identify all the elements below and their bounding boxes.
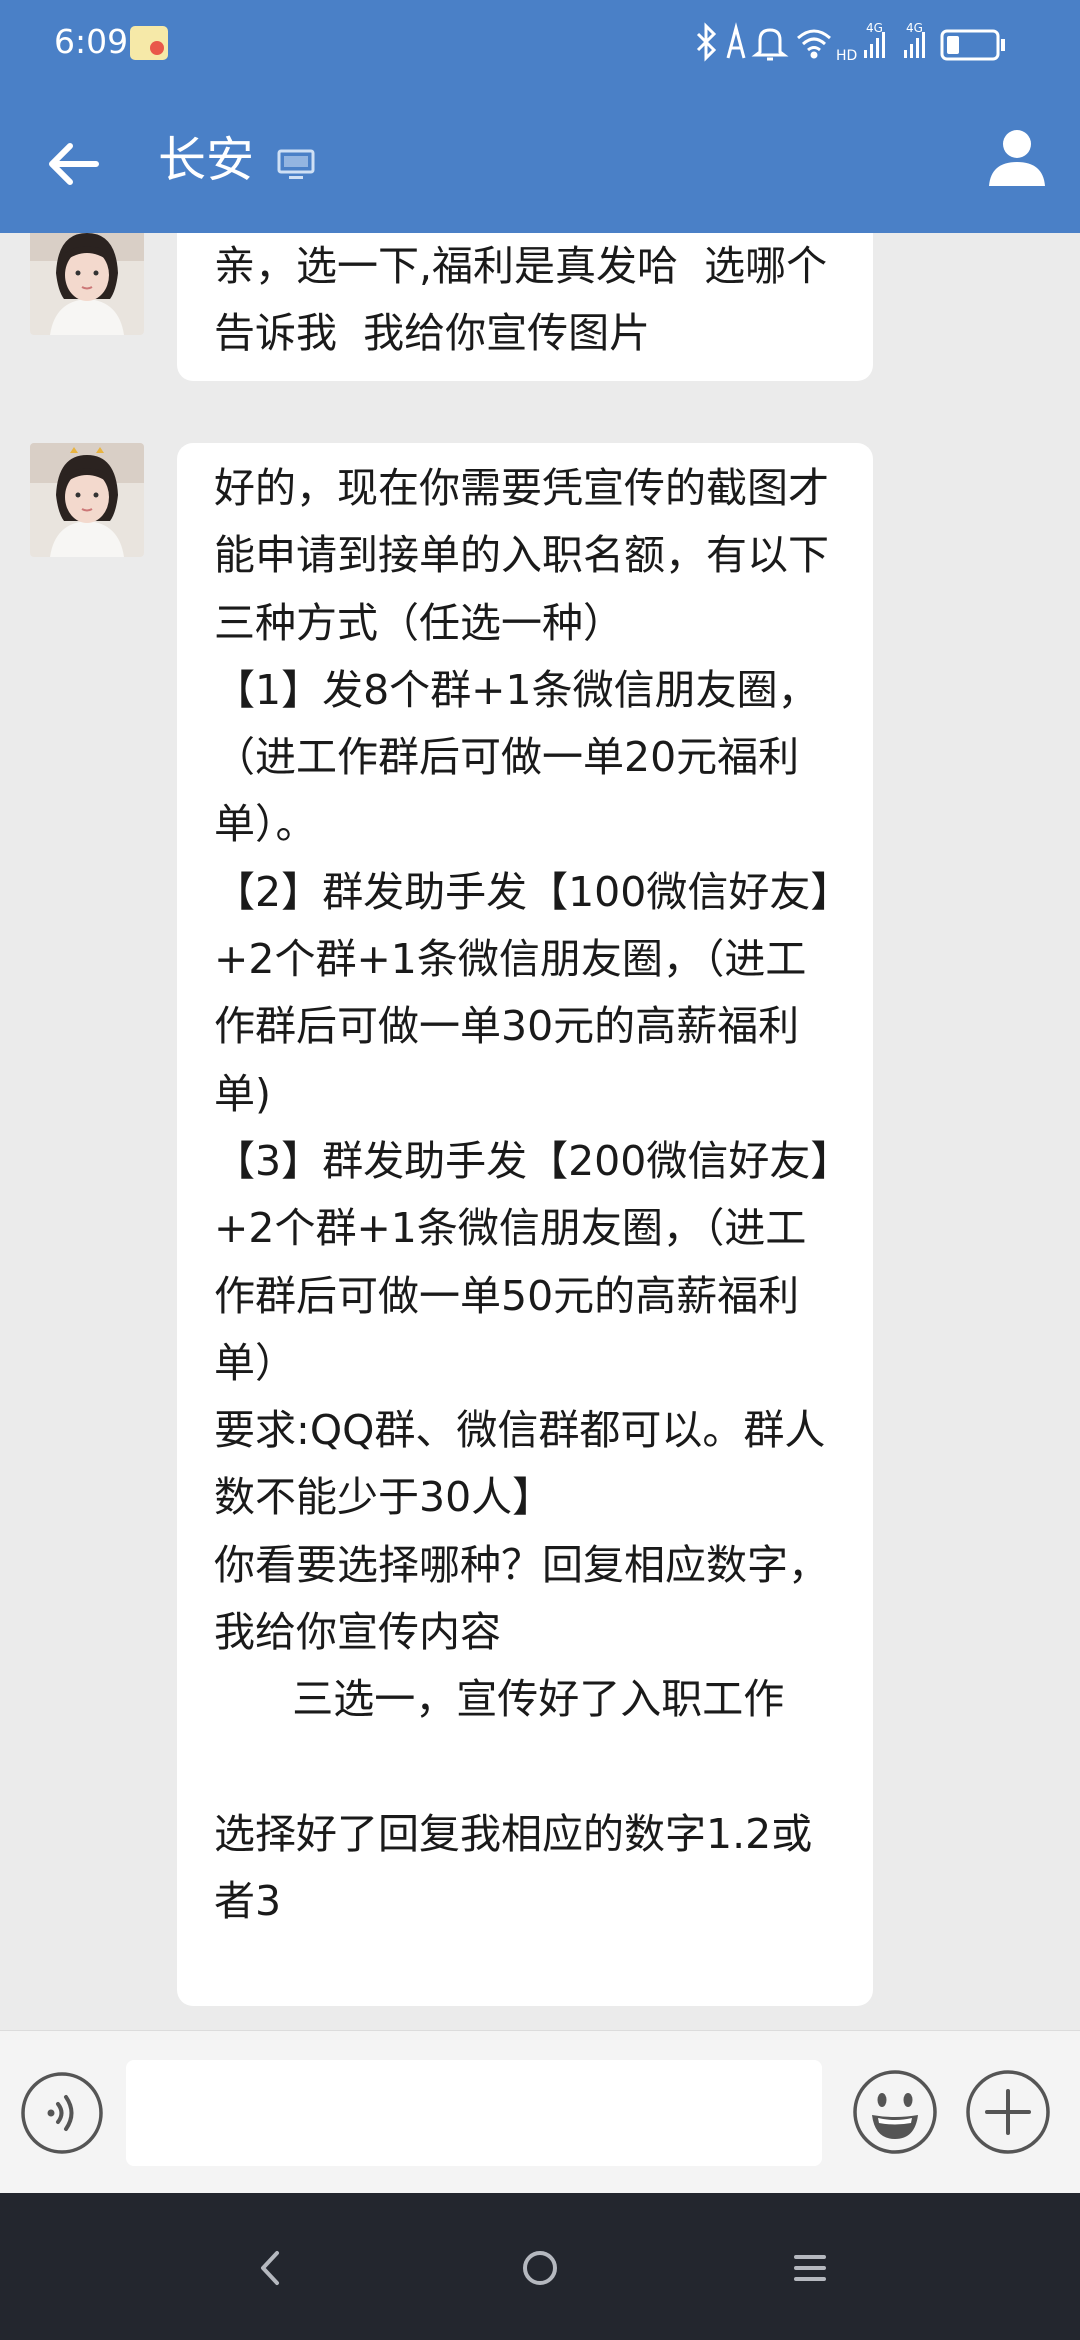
message-list[interactable]: 亲，选一下,福利是真发哈 选哪个告诉我 我给你宣传图片 好的，现在你需要凭宣传的…: [0, 233, 1080, 2030]
bluetooth-icon: [696, 22, 717, 62]
voice-icon: [21, 2072, 103, 2154]
nav-home-button[interactable]: [505, 2233, 575, 2303]
back-button[interactable]: [36, 126, 112, 202]
status-icons-svg: HD 4G 4G: [696, 21, 1005, 64]
chevron-left-icon: [261, 2251, 279, 2285]
status-time: 6:09: [54, 22, 129, 61]
message-bubble[interactable]: 亲，选一下,福利是真发哈 选哪个告诉我 我给你宣传图片: [177, 233, 873, 381]
nav-menu-button[interactable]: [775, 2233, 845, 2303]
message-bubble[interactable]: 好的，现在你需要凭宣传的截图才能申请到接单的入职名额，有以下三种方式（任选一种）…: [177, 443, 873, 2006]
message-input[interactable]: [126, 2060, 822, 2166]
location-icon: [726, 22, 746, 59]
top-bar: 6:09 HD 4G 4G 长安: [0, 0, 1080, 233]
computer-icon: [277, 149, 315, 179]
circle-icon: [523, 2251, 557, 2285]
notification-app-icon: [130, 26, 168, 60]
profile-button[interactable]: [982, 122, 1052, 192]
wifi-icon: [797, 29, 831, 59]
system-navigation-bar: [0, 2193, 1080, 2340]
smiley-icon: [853, 2070, 937, 2154]
signal-1-icon: 4G: [864, 21, 885, 58]
avatar-image: [30, 443, 144, 557]
arrow-left-icon: [49, 143, 99, 185]
chat-title: 长安: [158, 132, 255, 188]
signal-2-icon: 4G: [904, 21, 925, 58]
status-icons: HD 4G 4G: [690, 20, 1050, 68]
input-bar: [0, 2030, 1080, 2193]
voice-button[interactable]: [20, 2071, 104, 2155]
nav-back-button[interactable]: [235, 2233, 305, 2303]
status-bar: 6:09 HD 4G 4G: [0, 0, 1080, 92]
avatar[interactable]: [30, 443, 144, 557]
title-bar: 长安: [0, 92, 1080, 233]
person-icon: [989, 130, 1045, 186]
battery-icon: [940, 29, 1005, 61]
avatar-image: [30, 233, 144, 335]
menu-icon: [794, 2255, 826, 2281]
avatar[interactable]: [30, 233, 144, 335]
bell-icon: [751, 28, 789, 61]
svg-text:HD: HD: [836, 48, 857, 64]
plus-icon: [966, 2070, 1050, 2154]
svg-text:4G: 4G: [866, 21, 883, 35]
emoji-button[interactable]: [852, 2069, 938, 2155]
svg-text:4G: 4G: [906, 21, 923, 35]
more-button[interactable]: [965, 2069, 1051, 2155]
